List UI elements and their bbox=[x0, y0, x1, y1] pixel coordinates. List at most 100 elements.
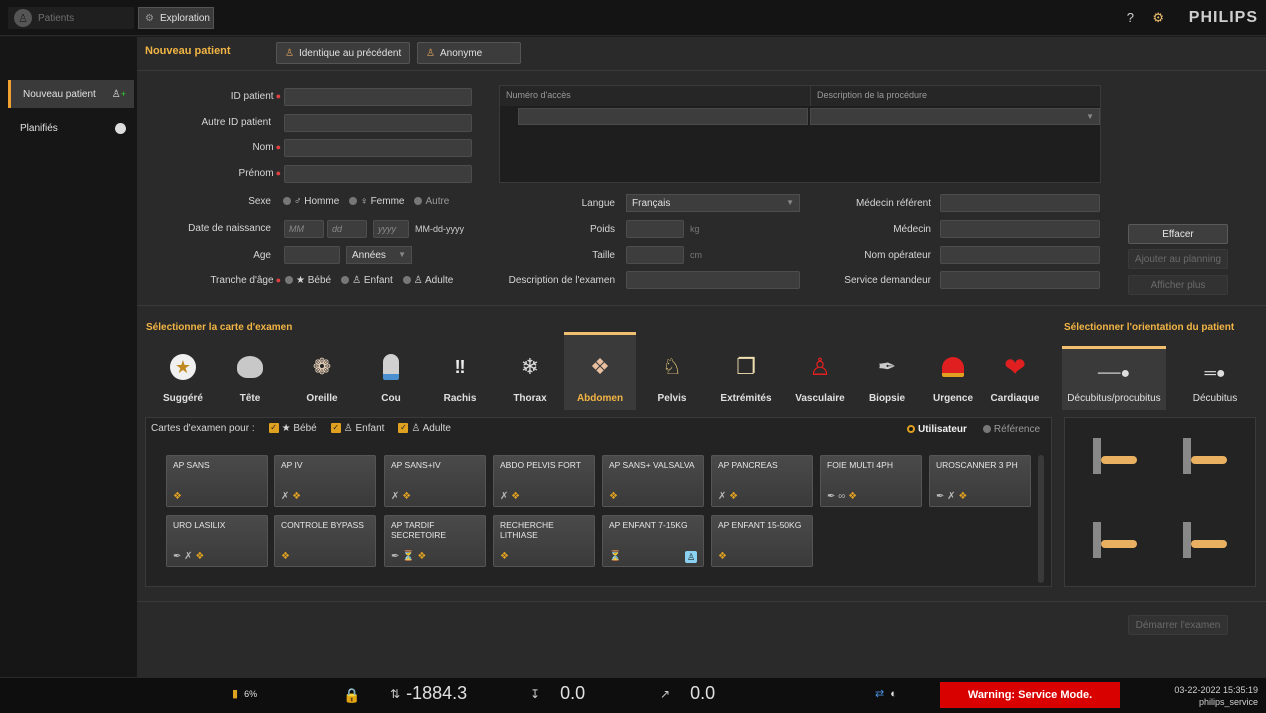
category-neck[interactable]: Cou bbox=[361, 332, 421, 410]
name-field[interactable] bbox=[284, 139, 472, 157]
exam-description-field[interactable] bbox=[626, 271, 800, 289]
table-position-value: -1884.3 bbox=[406, 683, 468, 703]
dob-day-field[interactable]: dd bbox=[327, 220, 367, 238]
patient-lying-icon: ──● bbox=[1097, 365, 1131, 382]
tab-patients-label: Patients bbox=[38, 12, 75, 24]
dob-year-field[interactable]: yyyy bbox=[373, 220, 409, 238]
add-person-icon: ♙+ bbox=[111, 88, 126, 100]
category-head[interactable]: Tête bbox=[220, 332, 280, 410]
category-cardiac[interactable]: ❤ Cardiaque bbox=[985, 332, 1045, 410]
tab-patients[interactable]: ♙ Patients bbox=[8, 7, 134, 29]
start-exam-button[interactable]: Démarrer l'examen bbox=[1128, 615, 1228, 635]
heart-icon: ❤ bbox=[1004, 351, 1026, 382]
sex-label: Sexe bbox=[248, 196, 271, 207]
category-vascular[interactable]: ♙ Vasculaire bbox=[786, 332, 854, 410]
weight-field[interactable] bbox=[626, 220, 684, 238]
pelvis-icon: ♘ bbox=[662, 354, 682, 379]
source-radio-reference[interactable]: Référence bbox=[982, 424, 1040, 435]
sex-radio-other[interactable]: Autre bbox=[414, 196, 449, 207]
anonymous-button[interactable]: ♙ Anonyme bbox=[417, 42, 521, 64]
age-range-label: Tranche d'âge ● bbox=[210, 275, 281, 286]
category-ear[interactable]: ❁ Oreille bbox=[292, 332, 352, 410]
lock-icon[interactable]: 🔒 bbox=[343, 687, 360, 704]
orientation-tab-prone-supine[interactable]: ──● Décubitus/procubitus bbox=[1062, 346, 1166, 410]
category-abdomen[interactable]: ❖ Abdomen bbox=[564, 332, 636, 410]
exam-card-icons: ❖ bbox=[281, 551, 290, 562]
referring-doctor-field[interactable] bbox=[940, 194, 1100, 212]
language-select[interactable]: Français ▼ bbox=[626, 194, 800, 212]
first-name-field[interactable] bbox=[284, 165, 472, 183]
sex-radio-female[interactable]: ♀ Femme bbox=[349, 196, 404, 207]
exam-card[interactable]: URO LASILIX ✒ ✗ ❖ bbox=[166, 515, 268, 567]
exam-card[interactable]: AP TARDIF SECRETOIRE ✒ ⏳ ❖ bbox=[384, 515, 486, 567]
age-range-radio-baby[interactable]: ★ Bébé bbox=[285, 275, 331, 286]
access-number-input[interactable] bbox=[518, 108, 808, 125]
tab-exploration[interactable]: ⚙ Exploration bbox=[138, 7, 214, 29]
age-unit-select[interactable]: Années ▼ bbox=[346, 246, 412, 264]
operator-field[interactable] bbox=[940, 246, 1100, 264]
main-panel: Nouveau patient ♙ Identique au précédent… bbox=[137, 37, 1266, 677]
orientation-head-first-prone-icon[interactable] bbox=[1183, 438, 1229, 474]
orientation-tab-supine[interactable]: ═● Décubitus bbox=[1170, 346, 1260, 410]
doctor-field[interactable] bbox=[940, 220, 1100, 238]
orientation-feet-first-prone-icon[interactable] bbox=[1183, 522, 1229, 558]
spine-icon: ‼ bbox=[454, 356, 466, 377]
exam-card[interactable]: CONTROLE BYPASS ❖ bbox=[274, 515, 376, 567]
exam-card[interactable]: AP SANS ❖ bbox=[166, 455, 268, 507]
exam-card[interactable]: AP SANS+IV ✗ ❖ bbox=[384, 455, 486, 507]
exploration-icon: ⚙ bbox=[145, 12, 154, 24]
age-range-radio-adult[interactable]: ♙ Adulte bbox=[402, 275, 453, 286]
patient-id-field[interactable] bbox=[284, 88, 472, 106]
filter-label: Cartes d'examen pour : bbox=[151, 423, 255, 434]
filter-adult-checkbox[interactable]: ✓ ♙ Adulte bbox=[398, 423, 451, 434]
gear-icon[interactable]: ⚙ bbox=[1152, 10, 1164, 26]
show-more-button[interactable]: Afficher plus bbox=[1128, 275, 1228, 295]
exam-card[interactable]: AP SANS+ VALSALVA ❖ bbox=[602, 455, 704, 507]
filter-child-checkbox[interactable]: ✓ ♙ Enfant bbox=[330, 423, 384, 434]
knee-icon: ❐ bbox=[736, 354, 756, 379]
sex-radio-male[interactable]: ♂ Homme bbox=[283, 196, 339, 207]
same-as-previous-button[interactable]: ♙ Identique au précédent bbox=[276, 42, 411, 64]
help-icon[interactable]: ? bbox=[1127, 10, 1134, 25]
exam-card[interactable]: AP ENFANT 7-15KG ⏳ ♙ bbox=[602, 515, 704, 567]
category-spine[interactable]: ‼ Rachis bbox=[430, 332, 490, 410]
age-range-radio-child[interactable]: ♙ Enfant bbox=[341, 275, 393, 286]
doctor-label: Médecin bbox=[893, 224, 931, 235]
exam-card[interactable]: RECHERCHE LITHIASE ❖ bbox=[493, 515, 595, 567]
network-icons: ⇄ ◐ bbox=[875, 687, 897, 701]
height-field[interactable] bbox=[626, 246, 684, 264]
category-extremities[interactable]: ❐ Extrémités bbox=[712, 332, 780, 410]
category-suggested[interactable]: ★ Suggéré bbox=[153, 332, 213, 410]
exam-card[interactable]: AP IV ✗ ❖ bbox=[274, 455, 376, 507]
exam-card[interactable]: UROSCANNER 3 PH ✒ ✗ ❖ bbox=[929, 455, 1031, 507]
procedure-description-select[interactable]: ▼ bbox=[810, 108, 1100, 125]
clock-icon bbox=[115, 122, 126, 134]
exam-card-icons: ❖ bbox=[173, 491, 182, 502]
source-radio-user[interactable]: Utilisateur bbox=[907, 424, 967, 435]
sidebar-item-new-patient[interactable]: Nouveau patient ♙+ bbox=[8, 80, 134, 108]
ear-icon: ❁ bbox=[312, 354, 332, 379]
exam-card[interactable]: AP ENFANT 15-50KG ❖ bbox=[711, 515, 813, 567]
orientation-options bbox=[1064, 417, 1256, 587]
exam-list-scrollbar[interactable] bbox=[1038, 455, 1044, 583]
filter-baby-checkbox[interactable]: ✓ ★ Bébé bbox=[268, 423, 317, 434]
orientation-feet-first-supine-icon[interactable] bbox=[1093, 522, 1139, 558]
requesting-service-field[interactable] bbox=[940, 271, 1100, 289]
datetime: 03-22-2022 15:35:19 bbox=[1174, 685, 1258, 695]
category-pelvis[interactable]: ♘ Pelvis bbox=[642, 332, 702, 410]
category-biopsy[interactable]: ✒ Biopsie bbox=[857, 332, 917, 410]
exam-card[interactable]: ABDO PELVIS FORT ✗ ❖ bbox=[493, 455, 595, 507]
status-circle-icon: ◐ bbox=[890, 687, 897, 700]
orientation-head-first-supine-icon[interactable] bbox=[1093, 438, 1139, 474]
exam-card[interactable]: AP PANCREAS ✗ ❖ bbox=[711, 455, 813, 507]
category-emergency[interactable]: Urgence bbox=[923, 332, 983, 410]
clear-button[interactable]: Effacer bbox=[1128, 224, 1228, 244]
dob-month-field[interactable]: MM bbox=[284, 220, 324, 238]
other-id-field[interactable] bbox=[284, 114, 472, 132]
add-to-planning-button[interactable]: Ajouter au planning bbox=[1128, 249, 1228, 269]
exam-card[interactable]: FOIE MULTI 4PH ✒ ∞ ❖ bbox=[820, 455, 922, 507]
age-field[interactable] bbox=[284, 246, 340, 264]
gantry-tilt-value: 0.0 bbox=[690, 683, 716, 703]
category-thorax[interactable]: ❄ Thorax bbox=[500, 332, 560, 410]
sidebar-item-planned[interactable]: Planifiés bbox=[8, 114, 134, 142]
